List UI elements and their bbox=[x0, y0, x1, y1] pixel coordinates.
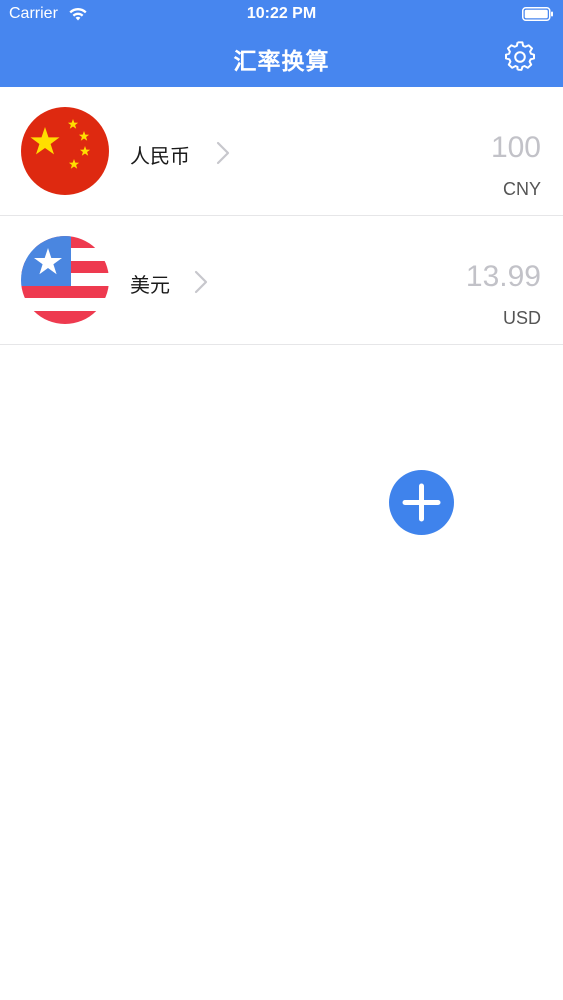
currency-name: 人民币 bbox=[130, 144, 190, 168]
currency-code: CNY bbox=[502, 179, 541, 199]
status-bar: Carrier 10:22 PM bbox=[0, 0, 563, 30]
chevron-right-icon bbox=[194, 270, 208, 294]
plus-icon bbox=[402, 483, 441, 522]
currency-amount[interactable]: 100 bbox=[491, 131, 541, 165]
currency-code: USD bbox=[502, 308, 541, 328]
nav-bar: 汇率换算 bbox=[0, 30, 563, 87]
battery-icon bbox=[522, 7, 553, 21]
currency-list: 人民币 100 CNY 美元 13.99 USD bbox=[0, 87, 563, 345]
currency-name: 美元 bbox=[130, 273, 170, 297]
top-bar: Carrier 10:22 PM 汇率换算 bbox=[0, 0, 563, 87]
us-flag-icon bbox=[21, 236, 109, 324]
gear-icon[interactable] bbox=[504, 41, 536, 73]
add-currency-button[interactable] bbox=[389, 470, 454, 535]
currency-row-cny[interactable]: 人民币 100 CNY bbox=[0, 87, 563, 216]
currency-row-usd[interactable]: 美元 13.99 USD bbox=[0, 216, 563, 345]
currency-amount[interactable]: 13.99 bbox=[466, 260, 541, 294]
chevron-right-icon bbox=[216, 141, 230, 165]
status-time: 10:22 PM bbox=[246, 5, 317, 22]
china-flag-icon bbox=[21, 107, 109, 195]
page-title: 汇率换算 bbox=[233, 49, 330, 75]
